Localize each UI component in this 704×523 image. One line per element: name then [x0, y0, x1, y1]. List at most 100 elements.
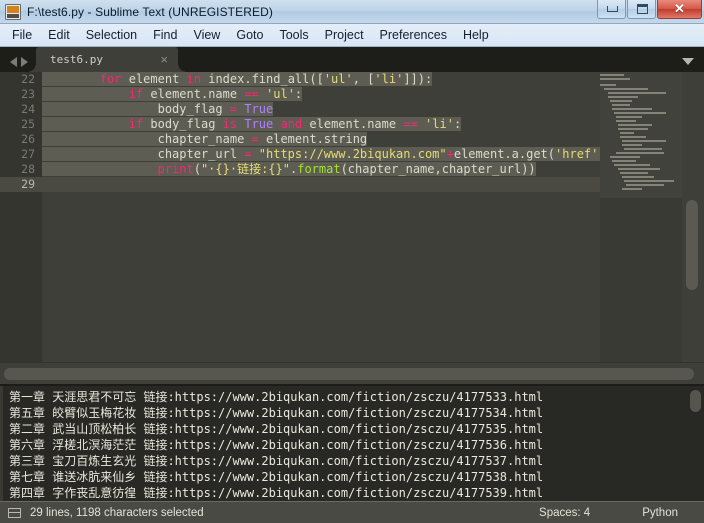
code-token: ·: [251, 147, 259, 161]
line-number-gutter: 22 23 24 25 26 27 28 29: [0, 72, 42, 362]
code-token: ········: [42, 72, 100, 86]
minimize-icon: [607, 6, 618, 12]
code-token: 'ul': [323, 72, 353, 86]
output-line: 第三章 宝刀百炼生玄光 链接:https://www.2biqukan.com/…: [9, 454, 544, 468]
menu-item-view[interactable]: View: [185, 25, 228, 45]
output-line: 第一章 天涯思君不可忘 链接:https://www.2biqukan.com/…: [9, 390, 544, 404]
close-icon[interactable]: ×: [160, 53, 168, 66]
selection-highlight: ················chapter_name·=·element.s…: [42, 132, 368, 146]
gutter-line: 23: [21, 87, 35, 101]
gutter-line: 25: [21, 117, 35, 131]
code-token: ·: [215, 117, 223, 131]
window-title: F:\test6.py - Sublime Text (UNREGISTERED…: [27, 4, 273, 19]
output-line: 第六章 浮槎北溟海茫茫 链接:https://www.2biqukan.com/…: [9, 438, 544, 452]
menu-item-tools[interactable]: Tools: [271, 25, 316, 45]
minimap-row: [600, 78, 630, 80]
minimap-row: [608, 96, 638, 98]
minimap-row: [616, 116, 642, 118]
menu-item-file[interactable]: File: [4, 25, 40, 45]
sublime-text-window: F:\test6.py - Sublime Text (UNREGISTERED…: [0, 0, 704, 523]
minimap-row: [616, 120, 636, 122]
maximize-icon: [637, 4, 648, 14]
minimap-row: [626, 184, 664, 186]
editor-vertical-scrollbar[interactable]: [682, 72, 704, 362]
minimap[interactable]: [600, 72, 682, 362]
scrollbar-thumb[interactable]: [4, 368, 694, 380]
code-token: "·{}·链接:{}": [200, 162, 290, 176]
editor-area[interactable]: 22 23 24 25 26 27 28 29 ········for·elem…: [0, 72, 704, 362]
syntax-setting[interactable]: Python: [616, 507, 704, 519]
close-button[interactable]: ✕: [657, 0, 702, 19]
code-token: element.name: [309, 117, 397, 131]
menu-item-find[interactable]: Find: [145, 25, 185, 45]
minimap-row: [622, 176, 654, 178]
code-token: ················: [42, 162, 158, 176]
menu-item-goto[interactable]: Goto: [228, 25, 271, 45]
code-token: print: [157, 162, 194, 176]
tab-nav-arrows: [10, 57, 28, 67]
indent-setting[interactable]: Spaces: 4: [513, 507, 616, 519]
code-token: ················: [42, 147, 158, 161]
code-token: ················: [42, 102, 158, 116]
tab-test6-py[interactable]: test6.py ×: [27, 47, 187, 72]
code-token: ·: [179, 72, 187, 86]
sidebar-toggle-icon[interactable]: [8, 507, 21, 518]
code-token: +: [446, 147, 454, 161]
menu-item-help[interactable]: Help: [455, 25, 497, 45]
minimize-button[interactable]: [597, 0, 626, 19]
code-token: ==: [244, 87, 259, 101]
code-token: if: [128, 87, 144, 101]
editor-horizontal-scrollbar[interactable]: [0, 362, 704, 384]
minimap-row: [620, 172, 648, 174]
code-token: ················: [42, 132, 158, 146]
minimap-row: [612, 104, 630, 106]
minimap-row: [612, 160, 636, 162]
menu-item-project[interactable]: Project: [317, 25, 372, 45]
scrollbar-thumb[interactable]: [686, 200, 698, 290]
menu-item-preferences[interactable]: Preferences: [372, 25, 455, 45]
output-panel[interactable]: 第一章 天涯思君不可忘 链接:https://www.2biqukan.com/…: [0, 384, 704, 501]
scrollbar-thumb[interactable]: [690, 390, 701, 412]
code-token: "https://www.2biqukan.com": [258, 147, 447, 161]
code-token: index.find_all([: [208, 72, 324, 86]
selection-status: 29 lines, 1198 characters selected: [30, 506, 204, 519]
selection-highlight: ················chapter_url·=·"https://w…: [42, 147, 606, 161]
menu-item-selection[interactable]: Selection: [78, 25, 145, 45]
maximize-button[interactable]: [627, 0, 656, 19]
code-token: ·: [258, 132, 266, 146]
minimap-row: [608, 92, 666, 94]
window-controls: ✕: [596, 0, 702, 22]
code-token: (: [193, 162, 201, 176]
code-token: 'li': [374, 72, 404, 86]
code-token: ·: [222, 102, 230, 116]
minimap-row: [622, 140, 666, 142]
code-token: for: [99, 72, 122, 86]
minimap-row: [614, 112, 666, 114]
code-token: format: [297, 162, 341, 176]
selection-highlight: ················print("·{}·链接:{}".format…: [42, 162, 536, 176]
code-token: body_flag: [157, 102, 223, 116]
gutter-line: 28: [21, 162, 35, 176]
code-token: chapter_url: [157, 147, 238, 161]
back-arrow-icon[interactable]: [10, 57, 17, 67]
code-token: True: [244, 117, 274, 131]
code-token: element.a.get(: [453, 147, 556, 161]
code-token: =: [244, 147, 252, 161]
code-token: (chapter_name,chapter_url)): [340, 162, 536, 176]
output-vertical-scrollbar[interactable]: [686, 386, 704, 501]
code-token: =: [229, 102, 238, 116]
code-token: ==: [403, 117, 418, 131]
minimap-row: [600, 74, 624, 76]
chevron-down-icon[interactable]: [682, 58, 694, 65]
minimap-row: [620, 136, 646, 138]
output-line: 第七章 谁送冰肮来仙乡 链接:https://www.2biqukan.com/…: [9, 470, 544, 484]
minimap-row: [620, 132, 634, 134]
code-token: in: [186, 72, 201, 86]
menu-item-edit[interactable]: Edit: [40, 25, 78, 45]
tab-bar: test6.py ×: [0, 47, 704, 72]
code-token: is: [222, 117, 238, 131]
minimap-row: [604, 88, 648, 90]
code-token: element: [128, 72, 180, 86]
selection-highlight: ········for·element·in·index.find_all(['…: [42, 72, 433, 86]
status-right-group: Spaces: 4 Python: [513, 507, 704, 519]
